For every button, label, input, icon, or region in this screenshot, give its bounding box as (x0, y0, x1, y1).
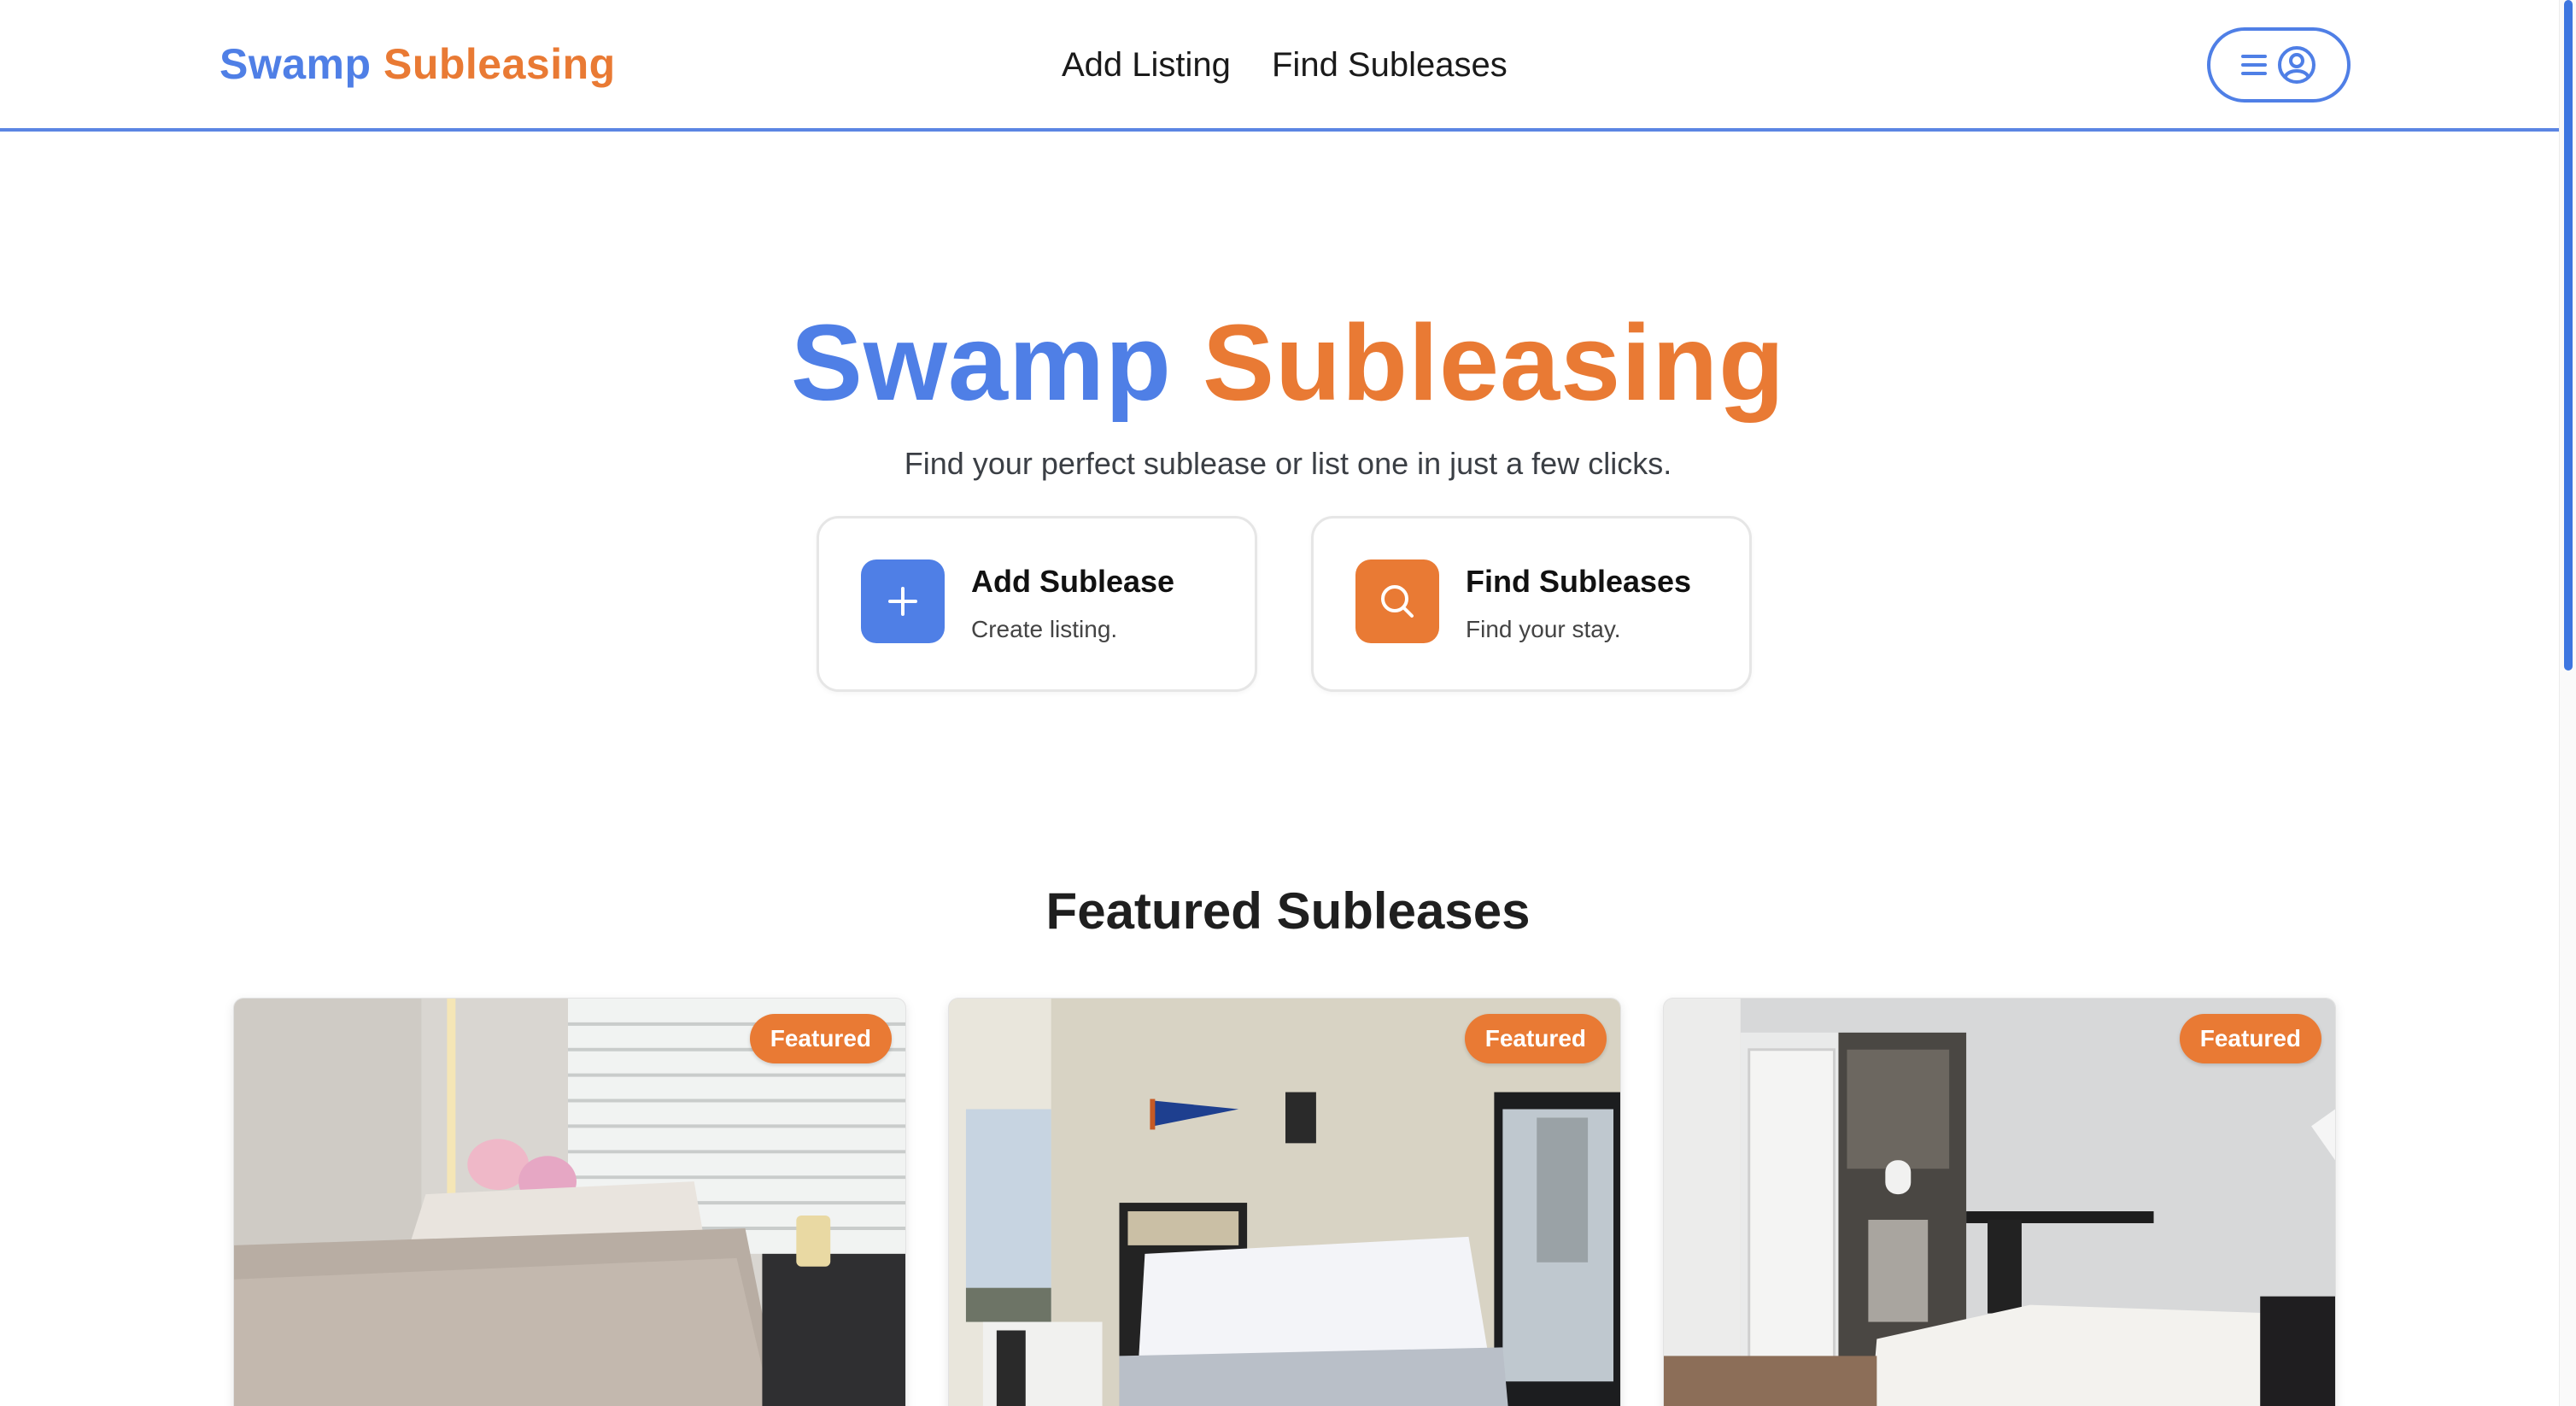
user-circle-icon (2278, 46, 2315, 84)
hero-subtitle: Find your perfect sublease or list one i… (904, 446, 1672, 481)
featured-badge: Featured (2179, 1014, 2321, 1063)
main-nav: Add Listing Find Subleases (0, 43, 2576, 94)
nav-find-subleases[interactable]: Find Subleases (1272, 43, 1508, 87)
top-navbar: Swamp Subleasing Add Listing Find Sublea… (0, 0, 2576, 132)
nav-add-listing[interactable]: Add Listing (1062, 43, 1231, 87)
page-scrollbar[interactable] (2559, 0, 2576, 1406)
find-subleases-description: Find your stay. (1466, 616, 1621, 642)
search-icon (1355, 559, 1439, 643)
menu-icon (2241, 54, 2267, 76)
find-subleases-card[interactable]: Find Subleases Find your stay. (1311, 516, 1752, 692)
hero-title: Swamp Subleasing (0, 299, 2576, 427)
add-sublease-card[interactable]: Add Sublease Create listing. (817, 516, 1257, 692)
user-menu-button[interactable] (2207, 27, 2351, 103)
featured-badge: Featured (749, 1014, 892, 1063)
add-sublease-description: Create listing. (971, 616, 1118, 642)
page: Swamp Subleasing Add Listing Find Sublea… (0, 0, 2576, 1406)
find-subleases-title: Find Subleases (1466, 564, 1692, 599)
featured-heading: Featured Subleases (1045, 882, 1531, 940)
featured-listing-card[interactable]: Featured (948, 998, 1621, 1406)
hero-title-subleasing: Subleasing (1202, 302, 1786, 423)
featured-listing-card[interactable]: Featured (1663, 998, 2336, 1406)
featured-badge: Featured (1464, 1014, 1607, 1063)
scrollbar-thumb[interactable] (2564, 0, 2573, 671)
hero-title-swamp: Swamp (790, 302, 1172, 423)
featured-listing-card[interactable]: Featured (233, 998, 906, 1406)
plus-icon (861, 559, 945, 643)
add-sublease-title: Add Sublease (971, 564, 1175, 599)
